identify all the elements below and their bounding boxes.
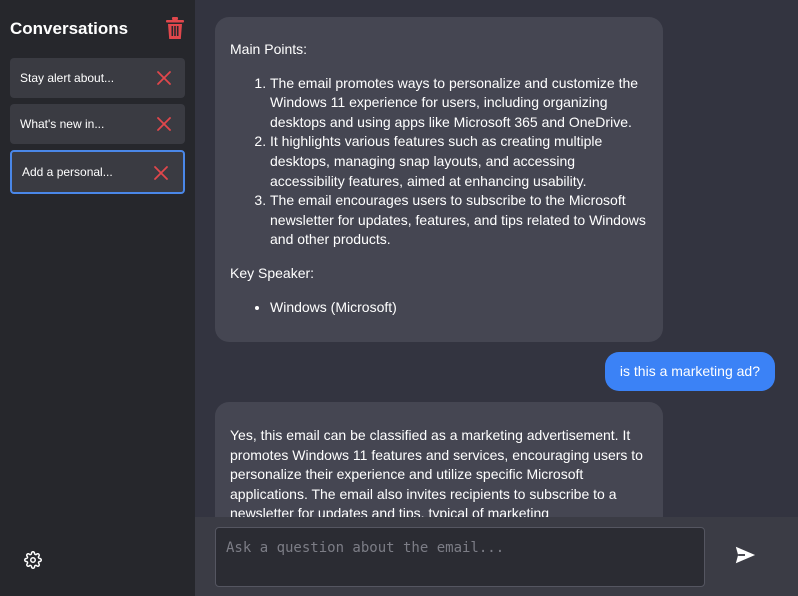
send-button[interactable] [732, 542, 758, 568]
assistant-message: Main Points: The email promotes ways to … [215, 17, 663, 342]
user-message: is this a marketing ad? [604, 352, 775, 391]
main-points-list: The email promotes ways to personalize a… [230, 74, 648, 250]
conversation-item[interactable]: What's new in... [10, 104, 185, 144]
chat-panel[interactable]: Main Points: The email promotes ways to … [195, 0, 798, 517]
main-points-heading: Main Points: [230, 41, 308, 57]
trash-icon [166, 17, 184, 39]
list-item: It highlights various features such as c… [270, 132, 648, 191]
sidebar-title: Conversations [10, 19, 129, 38]
delete-all-button[interactable] [163, 15, 187, 41]
gear-icon [24, 551, 42, 569]
list-item: The email encourages users to subscribe … [270, 191, 648, 250]
list-item: Windows (Microsoft) [270, 298, 648, 318]
question-input[interactable] [215, 527, 705, 587]
close-icon[interactable] [156, 70, 172, 86]
list-item: The email promotes ways to personalize a… [270, 74, 648, 133]
composer-bar [195, 517, 798, 596]
conversation-item-active[interactable]: Add a personal... [10, 150, 185, 194]
assistant-message: Yes, this email can be classified as a m… [215, 402, 663, 517]
conversation-label: Add a personal... [22, 165, 113, 179]
send-icon [735, 546, 756, 564]
settings-button[interactable] [24, 551, 42, 569]
conversation-item[interactable]: Stay alert about... [10, 58, 185, 98]
close-icon[interactable] [153, 165, 169, 181]
key-speaker-heading: Key Speaker: [230, 264, 315, 281]
conversation-sidebar: Conversations Stay alert about... What's… [0, 0, 195, 596]
conversation-label: Stay alert about... [20, 71, 115, 85]
conversation-list: Stay alert about... What's new in... Add… [10, 58, 185, 200]
message-text: Yes, this email can be classified as a m… [230, 427, 643, 517]
close-icon[interactable] [156, 116, 172, 132]
speaker-list: Windows (Microsoft) [230, 298, 648, 318]
conversation-label: What's new in... [20, 117, 105, 131]
